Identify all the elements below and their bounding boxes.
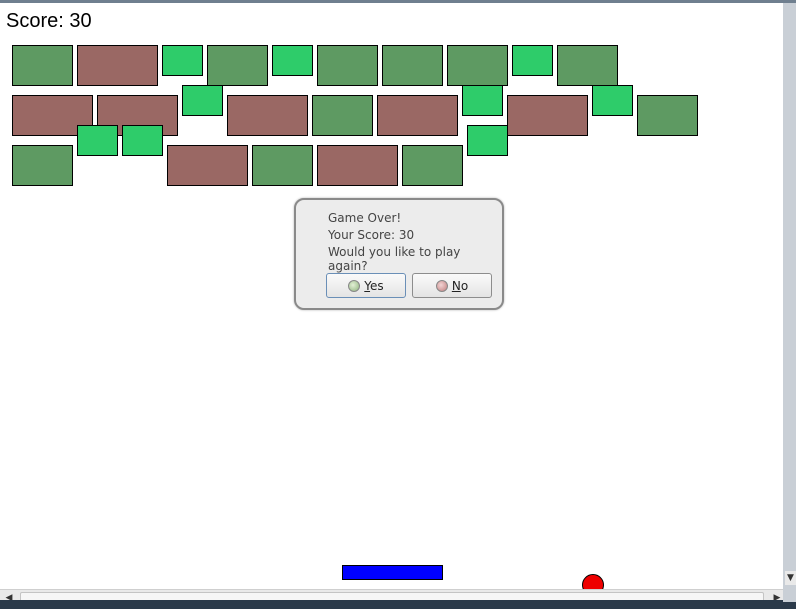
brick — [12, 145, 73, 186]
game-over-message: Game Over! — [328, 211, 402, 225]
yes-button[interactable]: Yes — [326, 273, 406, 298]
paddle[interactable] — [342, 565, 443, 580]
no-button-label: No — [451, 278, 469, 293]
yes-icon — [348, 279, 361, 292]
brick — [557, 45, 618, 86]
brick — [507, 95, 588, 136]
yes-button-label: Yes — [364, 278, 384, 293]
brick — [162, 45, 203, 76]
brick — [382, 45, 443, 86]
brick — [317, 45, 378, 86]
window-right-edge — [783, 3, 796, 607]
horizontal-scrollbar[interactable]: ◀ ▶ — [0, 589, 786, 600]
brick — [77, 125, 118, 156]
scroll-down-icon[interactable]: ▼ — [785, 571, 796, 585]
brick — [377, 95, 458, 136]
taskbar-strip — [0, 602, 796, 609]
game-canvas[interactable]: Score: 30 Game Over! Your Score: 30 Woul… — [0, 3, 790, 600]
brick — [317, 145, 398, 186]
no-icon — [435, 279, 448, 292]
brick — [12, 45, 73, 86]
brick — [447, 45, 508, 86]
brick — [167, 145, 248, 186]
game-over-dialog: Game Over! Your Score: 30 Would you like… — [294, 198, 504, 310]
brick — [182, 85, 223, 116]
brick — [402, 145, 463, 186]
brick — [462, 85, 503, 116]
brick — [122, 125, 163, 156]
scroll-right-icon[interactable]: ▶ — [770, 591, 784, 601]
brick — [272, 45, 313, 76]
brick — [467, 125, 508, 156]
brick — [592, 85, 633, 116]
brick — [207, 45, 268, 86]
score-label: Score: 30 — [6, 10, 92, 32]
play-again-question: Would you like to play again? — [328, 245, 461, 273]
brick — [637, 95, 698, 136]
final-score-message: Your Score: 30 — [328, 228, 415, 242]
scroll-left-icon[interactable]: ◀ — [2, 591, 16, 601]
brick — [227, 95, 308, 136]
brick — [512, 45, 553, 76]
brick — [312, 95, 373, 136]
brick — [77, 45, 158, 86]
no-button[interactable]: No — [412, 273, 492, 298]
brick — [252, 145, 313, 186]
scrollbar-thumb[interactable] — [20, 592, 764, 600]
